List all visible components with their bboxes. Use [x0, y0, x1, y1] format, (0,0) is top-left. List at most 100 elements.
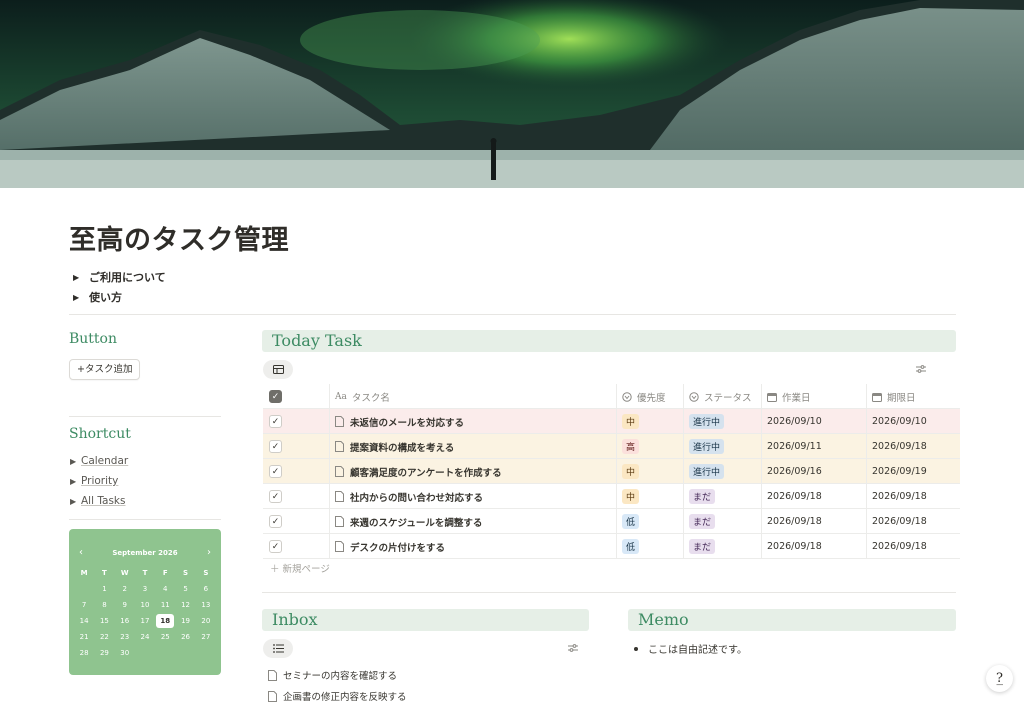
task-name-cell[interactable]: 来週のスケジュールを調整する — [335, 509, 482, 534]
task-name-cell[interactable]: 未返信のメールを対応する — [335, 409, 464, 434]
done-checkbox[interactable]: ✓ — [269, 515, 282, 528]
work-date[interactable]: 2026/09/16 — [767, 466, 822, 477]
calendar-day[interactable]: 10 — [135, 597, 155, 613]
shortcut-calendar[interactable]: ▶ Calendar — [70, 455, 128, 467]
priority-tag[interactable]: 低 — [622, 539, 640, 554]
due-date[interactable]: 2026/09/18 — [872, 491, 927, 502]
shortcut-priority[interactable]: ▶ Priority — [70, 475, 118, 487]
done-checkbox[interactable]: ✓ — [269, 490, 282, 503]
calendar-day[interactable]: 12 — [175, 597, 195, 613]
column-header-name[interactable]: Aa タスク名 — [335, 384, 390, 409]
due-date[interactable]: 2026/09/19 — [872, 466, 927, 477]
calendar-day[interactable]: 28 — [74, 645, 94, 661]
calendar-day[interactable]: 25 — [155, 629, 175, 645]
task-name[interactable]: 社内からの問い合わせ対応する — [350, 490, 483, 504]
calendar-day[interactable]: 16 — [115, 613, 135, 629]
done-checkbox[interactable]: ✓ — [269, 540, 282, 553]
done-checkbox[interactable]: ✓ — [269, 465, 282, 478]
status-tag[interactable]: 進行中 — [689, 439, 725, 454]
inbox-item[interactable]: セミナーの内容を確認する — [268, 668, 397, 682]
calendar-day[interactable]: 2 — [115, 581, 135, 597]
memo-bullet-item[interactable]: ここは自由記述です。 — [634, 641, 747, 656]
priority-tag[interactable]: 高 — [622, 439, 640, 454]
done-checkbox[interactable]: ✓ — [269, 415, 282, 428]
help-button[interactable]: ?̲ — [986, 665, 1013, 692]
table-row[interactable]: ✓ 提案資料の構成を考える 高 進行中 2026/09/11 2026/09/18 — [263, 434, 960, 459]
status-tag[interactable]: まだ — [689, 514, 716, 529]
task-name[interactable]: 来週のスケジュールを調整する — [350, 515, 482, 529]
chevron-right-icon[interactable]: › — [207, 547, 211, 558]
table-row[interactable]: ✓ 顧客満足度のアンケートを作成する 中 進行中 2026/09/16 2026/09/1… — [263, 459, 960, 484]
calendar-day[interactable]: 14 — [74, 613, 94, 629]
task-name[interactable]: 顧客満足度のアンケートを作成する — [350, 465, 502, 479]
calendar-day[interactable]: 8 — [94, 597, 114, 613]
calendar-day[interactable]: 6 — [196, 581, 216, 597]
column-header-priority[interactable]: 優先度 — [622, 384, 666, 409]
calendar-day[interactable]: 19 — [175, 613, 195, 629]
calendar-day[interactable]: 11 — [155, 597, 175, 613]
status-tag[interactable]: 進行中 — [689, 414, 725, 429]
column-header-status[interactable]: ステータス — [689, 384, 752, 409]
column-header-work-date[interactable]: 作業日 — [767, 384, 811, 409]
task-name[interactable]: 提案資料の構成を考える — [350, 440, 454, 454]
calendar-day[interactable]: 21 — [74, 629, 94, 645]
priority-tag[interactable]: 中 — [622, 414, 640, 429]
calendar-day[interactable]: 30 — [115, 645, 135, 661]
calendar-day[interactable]: 4 — [155, 581, 175, 597]
due-date[interactable]: 2026/09/10 — [872, 416, 927, 427]
priority-tag[interactable]: 中 — [622, 464, 640, 479]
calendar-day[interactable]: 13 — [196, 597, 216, 613]
calendar-day[interactable]: 29 — [94, 645, 114, 661]
status-tag[interactable]: まだ — [689, 539, 716, 554]
table-row[interactable]: ✓ デスクの片付けをする 低 まだ 2026/09/18 2026/09/18 — [263, 534, 960, 559]
task-name[interactable]: デスクの片付けをする — [350, 540, 445, 554]
calendar-day[interactable]: 27 — [196, 629, 216, 645]
calendar-day[interactable]: 7 — [74, 597, 94, 613]
due-date[interactable]: 2026/09/18 — [872, 541, 927, 552]
shortcut-all-tasks[interactable]: ▶ All Tasks — [70, 495, 126, 507]
task-name-cell[interactable]: デスクの片付けをする — [335, 534, 445, 559]
calendar-day[interactable]: 3 — [135, 581, 155, 597]
calendar-day[interactable]: 1 — [94, 581, 114, 597]
done-checkbox[interactable]: ✓ — [269, 440, 282, 453]
new-page-button[interactable]: ＋ 新規ページ — [270, 561, 330, 575]
list-view-button[interactable] — [263, 639, 293, 658]
toggle-how-to[interactable]: ▶ 使い方 — [73, 289, 122, 305]
status-tag[interactable]: 進行中 — [689, 464, 725, 479]
calendar-day[interactable]: 9 — [115, 597, 135, 613]
calendar-day[interactable]: 15 — [94, 613, 114, 629]
calendar-day[interactable]: 17 — [135, 613, 155, 629]
column-header-due-date[interactable]: 期限日 — [872, 384, 916, 409]
toggle-about[interactable]: ▶ ご利用について — [73, 269, 166, 285]
task-name-cell[interactable]: 社内からの問い合わせ対応する — [335, 484, 483, 509]
inbox-item[interactable]: 企画書の修正内容を反映する — [268, 689, 407, 703]
work-date[interactable]: 2026/09/10 — [767, 416, 822, 427]
calendar-day[interactable]: 22 — [94, 629, 114, 645]
due-date[interactable]: 2026/09/18 — [872, 441, 927, 452]
table-row[interactable]: ✓ 社内からの問い合わせ対応する 中 まだ 2026/09/18 2026/09/18 — [263, 484, 960, 509]
filter-settings-icon[interactable] — [916, 364, 926, 374]
calendar-day[interactable]: 5 — [175, 581, 195, 597]
filter-settings-icon[interactable] — [568, 643, 578, 653]
work-date[interactable]: 2026/09/18 — [767, 541, 822, 552]
page-icon — [335, 416, 344, 427]
calendar-day[interactable]: 23 — [115, 629, 135, 645]
task-name-cell[interactable]: 顧客満足度のアンケートを作成する — [335, 459, 502, 484]
priority-tag[interactable]: 中 — [622, 489, 640, 504]
table-row[interactable]: ✓ 未返信のメールを対応する 中 進行中 2026/09/10 2026/09/10 — [263, 409, 960, 434]
add-task-button[interactable]: +タスク追加 — [69, 359, 141, 380]
task-name[interactable]: 未返信のメールを対応する — [350, 415, 464, 429]
priority-tag[interactable]: 低 — [622, 514, 640, 529]
due-date[interactable]: 2026/09/18 — [872, 516, 927, 527]
work-date[interactable]: 2026/09/18 — [767, 491, 822, 502]
calendar-day-today[interactable]: 18 — [156, 614, 175, 628]
table-row[interactable]: ✓ 来週のスケジュールを調整する 低 まだ 2026/09/18 2026/09/18 — [263, 509, 960, 534]
calendar-day[interactable]: 24 — [135, 629, 155, 645]
status-tag[interactable]: まだ — [689, 489, 716, 504]
work-date[interactable]: 2026/09/11 — [767, 441, 822, 452]
task-name-cell[interactable]: 提案資料の構成を考える — [335, 434, 454, 459]
table-view-button[interactable] — [263, 360, 293, 379]
work-date[interactable]: 2026/09/18 — [767, 516, 822, 527]
calendar-day[interactable]: 26 — [175, 629, 195, 645]
calendar-day[interactable]: 20 — [196, 613, 216, 629]
